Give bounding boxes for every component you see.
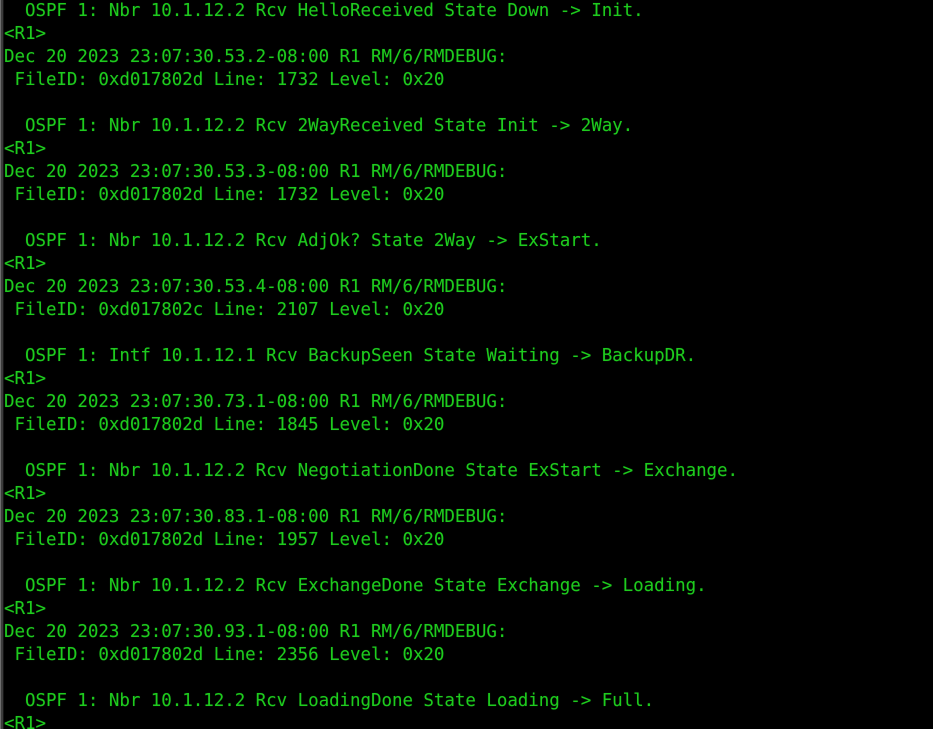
terminal-line: <R1> xyxy=(4,599,46,619)
terminal-line: OSPF 1: Nbr 10.1.12.2 Rcv AdjOk? State 2… xyxy=(4,231,602,251)
terminal-line: <R1> xyxy=(4,369,46,389)
terminal-line: Dec 20 2023 23:07:30.93.1-08:00 R1 RM/6/… xyxy=(4,622,508,642)
terminal-line: OSPF 1: Nbr 10.1.12.2 Rcv HelloReceived … xyxy=(4,1,644,21)
terminal-line: FileID: 0xd017802d Line: 1845 Level: 0x2… xyxy=(4,415,445,435)
terminal-line: <R1> xyxy=(4,24,46,44)
terminal-line: OSPF 1: Nbr 10.1.12.2 Rcv ExchangeDone S… xyxy=(4,576,707,596)
terminal-line: FileID: 0xd017802d Line: 1732 Level: 0x2… xyxy=(4,70,445,90)
terminal-line: <R1> xyxy=(4,254,46,274)
terminal-line: Dec 20 2023 23:07:30.53.3-08:00 R1 RM/6/… xyxy=(4,162,508,182)
terminal-line: OSPF 1: Nbr 10.1.12.2 Rcv NegotiationDon… xyxy=(4,461,739,481)
terminal-line: OSPF 1: Nbr 10.1.12.2 Rcv LoadingDone St… xyxy=(4,691,655,711)
terminal-line: Dec 20 2023 23:07:30.83.1-08:00 R1 RM/6/… xyxy=(4,507,508,527)
terminal-window[interactable]: OSPF 1: Nbr 10.1.12.2 Rcv HelloReceived … xyxy=(0,0,933,729)
terminal-line: <R1> xyxy=(4,714,46,729)
terminal-line: FileID: 0xd017802d Line: 1732 Level: 0x2… xyxy=(4,185,445,205)
terminal-line: <R1> xyxy=(4,139,46,159)
terminal-line: OSPF 1: Nbr 10.1.12.2 Rcv 2WayReceived S… xyxy=(4,116,634,136)
terminal-line: FileID: 0xd017802c Line: 2107 Level: 0x2… xyxy=(4,300,445,320)
terminal-line: <R1> xyxy=(4,484,46,504)
terminal-line: OSPF 1: Intf 10.1.12.1 Rcv BackupSeen St… xyxy=(4,346,697,366)
terminal-line: Dec 20 2023 23:07:30.73.1-08:00 R1 RM/6/… xyxy=(4,392,508,412)
terminal-line: Dec 20 2023 23:07:30.53.4-08:00 R1 RM/6/… xyxy=(4,277,508,297)
terminal-line: FileID: 0xd017802d Line: 1957 Level: 0x2… xyxy=(4,530,445,550)
terminal-line: Dec 20 2023 23:07:30.53.2-08:00 R1 RM/6/… xyxy=(4,47,508,67)
terminal-line: FileID: 0xd017802d Line: 2356 Level: 0x2… xyxy=(4,645,445,665)
terminal-output-area[interactable]: OSPF 1: Nbr 10.1.12.2 Rcv HelloReceived … xyxy=(4,0,933,729)
